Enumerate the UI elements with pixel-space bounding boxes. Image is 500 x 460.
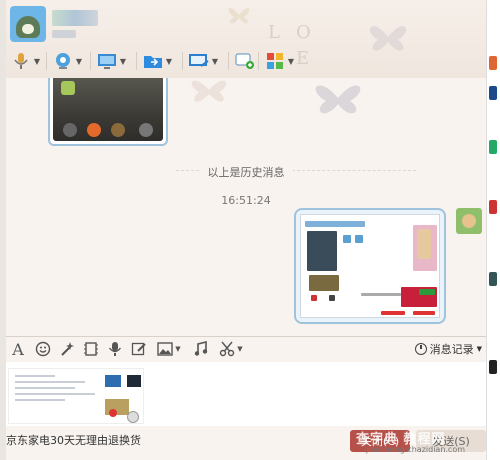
music-button[interactable] bbox=[192, 340, 210, 358]
font-icon: A bbox=[12, 339, 24, 359]
edit-button[interactable] bbox=[130, 340, 148, 358]
microphone-icon bbox=[108, 342, 122, 356]
folder-arrow-icon bbox=[142, 51, 164, 71]
edit-icon bbox=[131, 342, 146, 356]
message-history-button[interactable]: 消息记录 ▼ bbox=[414, 341, 482, 357]
ad-link[interactable]: 京东家电30天无理由退换货 bbox=[6, 432, 141, 448]
chat-window: L O E ▼ ▼ ▼ ▼ ▼ ▼ 以上是历史消息 16:51:24 A ▼ ▼… bbox=[0, 0, 500, 460]
message-timestamp: 16:51:24 bbox=[221, 194, 271, 207]
butterfly-decoration-icon bbox=[228, 8, 250, 24]
video-call-button[interactable]: ▼ bbox=[52, 50, 84, 72]
magic-wand-icon bbox=[61, 342, 74, 356]
music-note-icon bbox=[194, 341, 208, 356]
clock-icon bbox=[414, 343, 427, 355]
butterfly-decoration-icon bbox=[315, 85, 361, 114]
screenshot-button[interactable]: ▼ bbox=[216, 340, 246, 358]
chat-header: L O E ▼ ▼ ▼ ▼ ▼ ▼ bbox=[6, 0, 486, 78]
butterfly-decoration-icon bbox=[369, 26, 407, 51]
chat-toolbar: ▼ ▼ ▼ ▼ ▼ ▼ bbox=[6, 48, 316, 74]
screen-share-icon bbox=[188, 51, 210, 71]
remote-desktop-button[interactable]: ▼ bbox=[96, 50, 128, 72]
chevron-down-icon[interactable]: ▼ bbox=[164, 57, 174, 66]
message-input-area[interactable] bbox=[6, 362, 486, 426]
chevron-down-icon[interactable]: ▼ bbox=[32, 57, 42, 66]
zoom-in-icon[interactable] bbox=[127, 411, 139, 423]
image-icon bbox=[157, 342, 173, 356]
message-history-label: 消息记录 bbox=[429, 343, 474, 356]
chevron-down-icon[interactable]: ▼ bbox=[286, 57, 296, 66]
send-file-button[interactable]: ▼ bbox=[142, 50, 174, 72]
font-button[interactable]: A bbox=[10, 339, 26, 359]
received-image-bubble[interactable] bbox=[48, 78, 168, 146]
chevron-down-icon[interactable]: ▼ bbox=[175, 345, 180, 353]
chevron-down-icon[interactable]: ▼ bbox=[237, 345, 242, 353]
contact-avatar[interactable] bbox=[10, 6, 46, 42]
sent-image-bubble[interactable] bbox=[294, 208, 446, 324]
butterfly-decoration-icon bbox=[191, 80, 227, 102]
toolbar-separator bbox=[90, 52, 91, 70]
chevron-down-icon: ▼ bbox=[476, 345, 482, 353]
send-image-button[interactable]: ▼ bbox=[154, 340, 184, 358]
emoji-button[interactable] bbox=[34, 340, 52, 358]
toolbar-separator bbox=[182, 52, 183, 70]
toolbar-separator bbox=[136, 52, 137, 70]
contact-status-blurred bbox=[52, 30, 76, 38]
right-window-edge bbox=[486, 0, 500, 460]
share-screen-button[interactable]: ▼ bbox=[188, 50, 220, 72]
input-toolbar: A ▼ ▼ 消息记录 ▼ bbox=[6, 337, 486, 361]
apps-grid-icon bbox=[264, 51, 286, 71]
phone-screenshot-image bbox=[53, 78, 163, 141]
site-watermark-url: jiaocheng.chazidian.com bbox=[366, 445, 466, 454]
watermark-letter: L bbox=[268, 22, 280, 43]
voice-message-button[interactable] bbox=[106, 340, 124, 358]
watermark-letter: O bbox=[296, 22, 311, 43]
toolbar-separator bbox=[258, 52, 259, 70]
history-label: 以上是历史消息 bbox=[199, 166, 293, 179]
smiley-icon bbox=[35, 341, 51, 357]
video-clip-button[interactable] bbox=[82, 340, 100, 358]
webcam-icon bbox=[52, 51, 74, 71]
scissors-icon bbox=[220, 341, 235, 357]
sent-screenshot-image bbox=[300, 214, 440, 318]
message-area: 以上是历史消息 16:51:24 bbox=[6, 78, 486, 336]
chevron-down-icon[interactable]: ▼ bbox=[118, 57, 128, 66]
chevron-down-icon[interactable]: ▼ bbox=[210, 57, 220, 66]
monitor-icon bbox=[96, 51, 118, 71]
toolbar-separator bbox=[228, 52, 229, 70]
contact-name-blurred bbox=[52, 10, 98, 26]
shake-button[interactable] bbox=[58, 340, 76, 358]
toolbar-separator bbox=[46, 52, 47, 70]
my-avatar[interactable] bbox=[456, 208, 482, 234]
microphone-icon bbox=[10, 51, 32, 71]
chat-add-icon bbox=[234, 51, 256, 71]
voice-call-button[interactable]: ▼ bbox=[10, 50, 42, 72]
apps-button[interactable]: ▼ bbox=[264, 50, 296, 72]
create-discussion-button[interactable] bbox=[234, 50, 256, 72]
film-icon bbox=[84, 342, 98, 356]
pasted-screenshot-image[interactable] bbox=[8, 368, 144, 424]
chevron-down-icon[interactable]: ▼ bbox=[74, 57, 84, 66]
